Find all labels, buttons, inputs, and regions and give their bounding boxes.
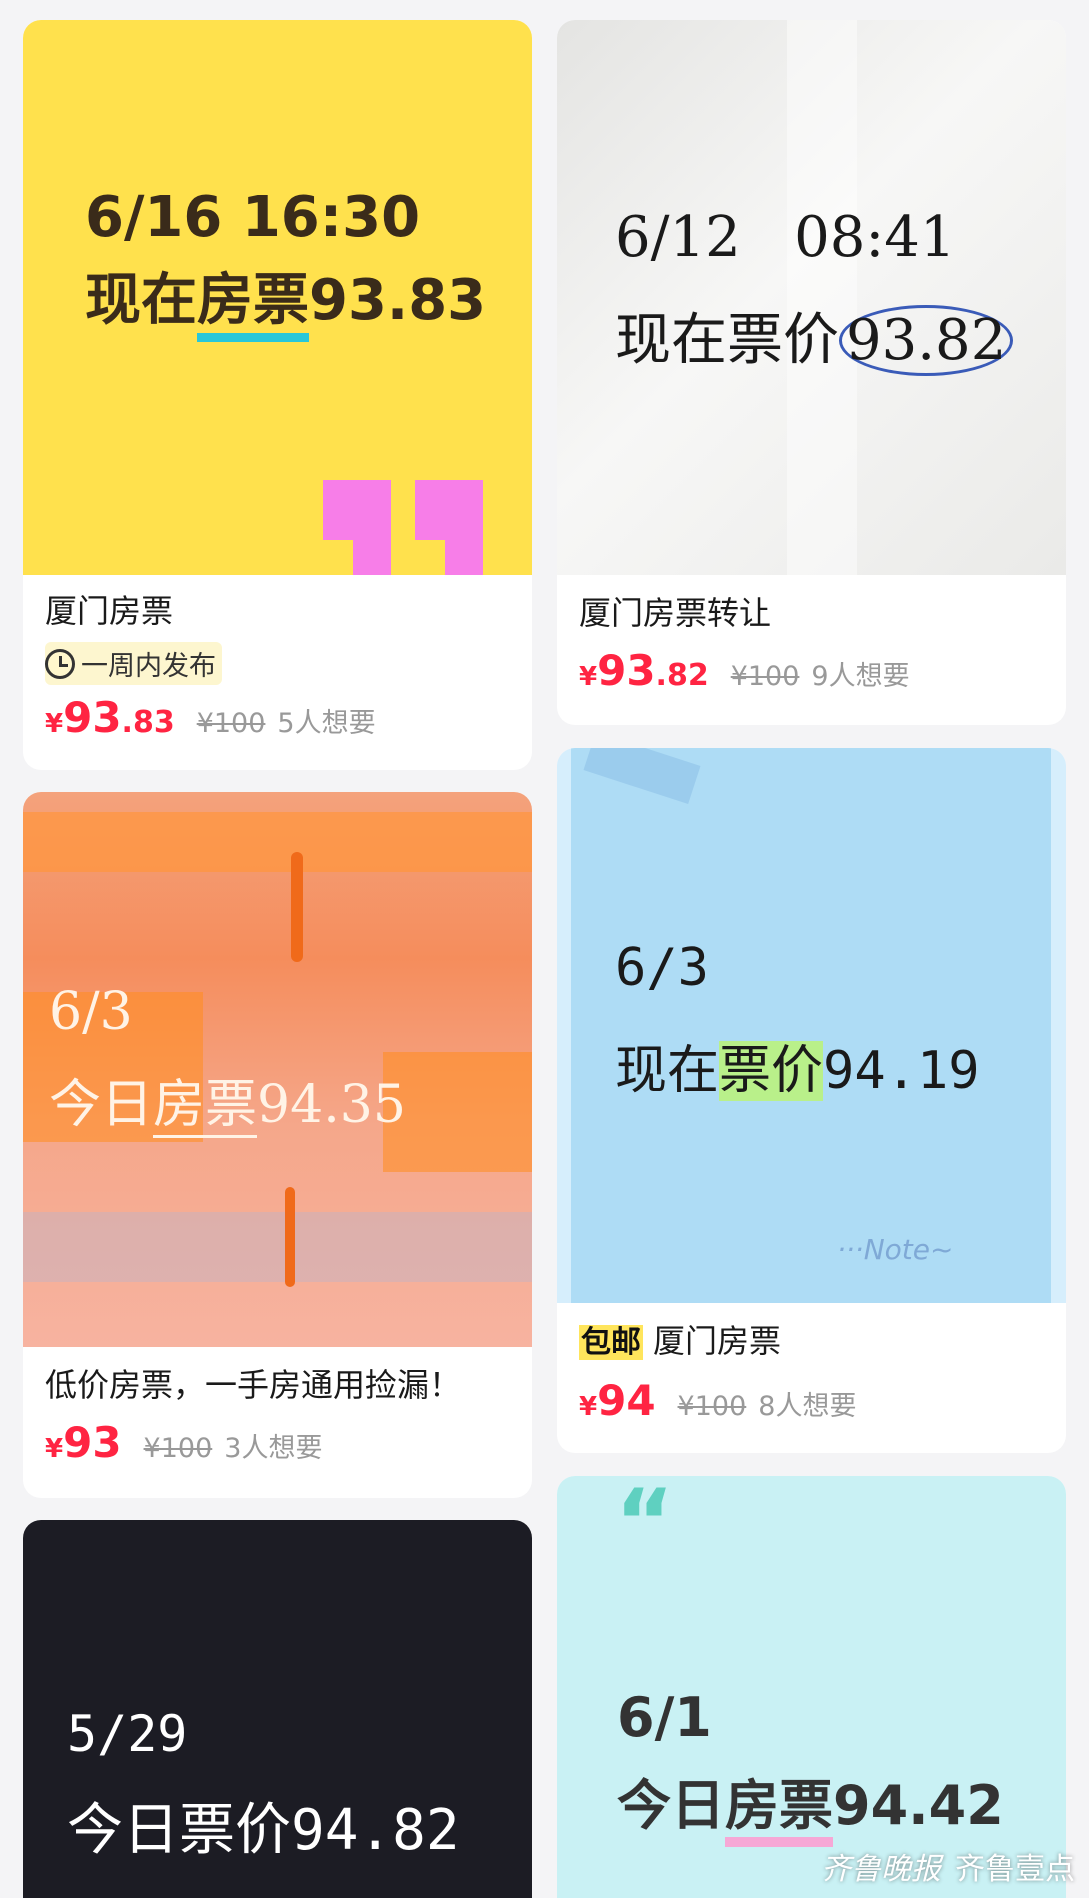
price-integer: 93 xyxy=(63,1418,122,1467)
price-decimal: .83 xyxy=(121,705,175,740)
cover-price-3: 94.35 xyxy=(257,1075,406,1135)
watermark: 齐鲁晚报 齐鲁壹点 xyxy=(821,1844,1075,1888)
listing-title-3: 低价房票，一手房通用捡漏！ xyxy=(45,1366,462,1404)
cover-date-4: 6/3 xyxy=(615,938,709,998)
cover-prefix-3: 今日 xyxy=(49,1075,154,1135)
price-integer: 93 xyxy=(597,646,656,695)
listing-price-row-2: ¥93.82 ¥100 9人想要 xyxy=(557,646,1066,695)
listing-cover-6[interactable]: “ 6/1 今日房票94.42 xyxy=(557,1476,1066,1898)
currency-symbol: ¥ xyxy=(45,1434,64,1464)
listing-card-1[interactable]: 6/16 16:30 现在房票93.83 厦门房票 一周内发布 ¥93.83 ¥… xyxy=(23,20,532,770)
cover-date-5: 5/29 xyxy=(67,1705,188,1763)
cover-date-6: 6/1 xyxy=(617,1686,712,1749)
cover-line-5: 今日票价94.82 xyxy=(67,1798,460,1863)
cover-date-2: 6/12 08:41 xyxy=(615,205,956,270)
listing-card-5[interactable]: 5/29 今日票价94.82 xyxy=(23,1520,532,1898)
cover-price-6: 94.42 xyxy=(833,1774,1004,1837)
want-count: 9人想要 xyxy=(811,661,910,692)
price-integer: 93 xyxy=(63,693,122,742)
cover-highlight-1: 房票 xyxy=(197,268,309,342)
cover-prefix-1: 现在 xyxy=(85,268,197,333)
listing-price-row-1: ¥93.83 ¥100 5人想要 xyxy=(23,693,532,742)
cover-prefix-2: 现在票价 xyxy=(615,308,839,373)
currency-symbol: ¥ xyxy=(579,1392,598,1422)
price-decimal: .82 xyxy=(655,658,709,693)
cover-prefix-4: 现在 xyxy=(615,1041,720,1101)
cover-line-4: 现在票价94.19 xyxy=(615,1028,980,1103)
watermark-right: 齐鲁壹点 xyxy=(955,1852,1075,1887)
cover-highlight-6: 房票 xyxy=(725,1774,833,1847)
original-price: ¥100 xyxy=(730,661,800,692)
watermark-left: 齐鲁晚报 xyxy=(821,1852,941,1887)
cover-line-3: 今日房票94.35 xyxy=(49,1062,406,1138)
cover-price-4: 94.19 xyxy=(823,1041,980,1101)
cover-line-1: 现在房票93.83 xyxy=(85,255,487,342)
want-count: 8人想要 xyxy=(758,1391,857,1422)
listing-cover-5[interactable]: 5/29 今日票价94.82 xyxy=(23,1520,532,1898)
listing-card-2[interactable]: 6/12 08:41 现在票价 93.82 厦门房票转让 ¥93.82 ¥100 … xyxy=(557,20,1066,725)
cover-highlight-4: 票价 xyxy=(719,1041,824,1101)
cover-price-1: 93.83 xyxy=(309,268,487,333)
clock-icon xyxy=(45,648,75,679)
listing-card-3[interactable]: 6/3 今日房票94.35 低价房票，一手房通用捡漏！ ¥93 ¥100 3人想… xyxy=(23,792,532,1498)
currency-symbol: ¥ xyxy=(579,662,598,692)
listing-tag-text-1: 一周内发布 xyxy=(81,651,216,682)
free-shipping-badge: 包邮 xyxy=(579,1325,643,1360)
currency-symbol: ¥ xyxy=(45,709,64,739)
want-count: 3人想要 xyxy=(224,1433,323,1464)
cover-note-4: ···Note~ xyxy=(837,1233,954,1266)
cover-price-2: 93.82 xyxy=(839,305,1014,376)
listing-cover-4[interactable]: 6/3 现在票价94.19 ···Note~ xyxy=(557,748,1066,1303)
quote-mark-icon xyxy=(323,480,483,575)
open-quote-icon: “ xyxy=(615,1476,675,1575)
listing-title-2: 厦门房票转让 xyxy=(579,594,772,632)
listing-cover-2[interactable]: 6/12 08:41 现在票价 93.82 xyxy=(557,20,1066,575)
want-count: 5人想要 xyxy=(277,708,376,739)
original-price: ¥100 xyxy=(677,1391,747,1422)
original-price: ¥100 xyxy=(143,1433,213,1464)
listing-cover-1[interactable]: 6/16 16:30 现在房票93.83 xyxy=(23,20,532,575)
listing-card-4[interactable]: 6/3 现在票价94.19 ···Note~ 包邮 厦门房票 ¥94 ¥100 8… xyxy=(557,748,1066,1453)
price-integer: 94 xyxy=(597,1376,656,1425)
cover-prefix-6: 今日 xyxy=(617,1774,725,1837)
cover-highlight-3: 房票 xyxy=(153,1075,258,1138)
listing-price-row-3: ¥93 ¥100 3人想要 xyxy=(23,1418,532,1467)
cover-line-6: 今日房票94.42 xyxy=(617,1761,1004,1847)
listing-title-row-4: 包邮 厦门房票 xyxy=(557,1320,1066,1364)
original-price: ¥100 xyxy=(196,708,266,739)
listing-cover-3[interactable]: 6/3 今日房票94.35 xyxy=(23,792,532,1347)
listing-title-4: 厦门房票 xyxy=(653,1322,782,1360)
cover-date-3: 6/3 xyxy=(49,982,133,1042)
cover-line-2: 现在票价 93.82 xyxy=(615,295,1014,376)
listing-card-6[interactable]: “ 6/1 今日房票94.42 xyxy=(557,1476,1066,1898)
listing-price-row-4: ¥94 ¥100 8人想要 xyxy=(557,1376,1066,1425)
listing-title-1: 厦门房票 xyxy=(45,592,174,630)
cover-date-1: 6/16 16:30 xyxy=(85,185,421,250)
listing-tag-1: 一周内发布 xyxy=(23,642,532,685)
